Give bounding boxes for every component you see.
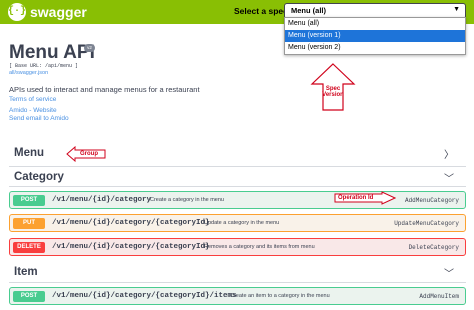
spec-version-annotation: Spec Version [322, 86, 344, 98]
contact-link[interactable]: Amido - Website [9, 107, 57, 114]
operation-path: /v1/menu/{id}/category/{categoryId} [52, 219, 210, 227]
spec-option[interactable]: Menu (version 2) [285, 42, 465, 54]
spec-dropdown: Menu (all) Menu (version 1) Menu (versio… [284, 17, 466, 55]
chevron-down-icon[interactable]: ﹀ [444, 265, 454, 280]
operation-update-menu-category[interactable]: PUT /v1/menu/{id}/category/{categoryId} … [9, 214, 466, 232]
operation-summary: Create a category in the menu [150, 197, 224, 203]
section-title-category: Category [14, 171, 64, 183]
operation-path: /v1/menu/{id}/category/{categoryId} [52, 243, 210, 251]
spec-option[interactable]: Menu (all) [285, 18, 465, 30]
operation-summary: Update a category in the menu [204, 220, 280, 226]
group-annotation: Group [80, 151, 98, 157]
operation-id: AddMenuCategory [404, 197, 459, 204]
operation-id: DeleteCategory [408, 244, 459, 251]
chevron-down-icon: ▼ [453, 6, 460, 13]
operation-summary: Create an item to a category in the menu [230, 293, 330, 299]
chevron-right-icon[interactable]: 〉 [444, 146, 454, 161]
api-description: APIs used to interact and manage menus f… [9, 85, 200, 94]
section-item[interactable]: Item ﹀ [9, 264, 466, 283]
spec-option-highlighted[interactable]: Menu (version 1) [285, 30, 465, 42]
spec-json-link[interactable]: all/swagger.json [9, 70, 48, 76]
section-category[interactable]: Category ﹀ [9, 170, 466, 187]
section-title-menu: Menu [14, 147, 45, 159]
method-badge: DELETE [13, 242, 45, 253]
brand-name: swagger [30, 4, 87, 20]
operation-id-annotation: Operation Id [338, 195, 374, 201]
chevron-down-icon[interactable]: ﹀ [444, 170, 454, 185]
operation-id: AddMenuItem [419, 293, 459, 300]
operation-path: /v1/menu/{id}/category/{categoryId}/item… [52, 292, 237, 300]
terms-link[interactable]: Terms of service [9, 96, 56, 103]
base-url: [ Base URL: /api/menu ] [9, 63, 79, 69]
method-badge: PUT [13, 218, 45, 229]
operation-add-menu-category[interactable]: POST /v1/menu/{id}/category Create a cat… [9, 191, 466, 209]
operation-delete-category[interactable]: DELETE /v1/menu/{id}/category/{categoryI… [9, 238, 466, 256]
email-link[interactable]: Send email to Amido [9, 115, 69, 122]
spec-select-label: Select a spec [234, 6, 288, 16]
operation-add-menu-item[interactable]: POST /v1/menu/{id}/category/{categoryId}… [9, 287, 466, 305]
version-badge: v2 [84, 44, 95, 52]
method-badge: POST [13, 195, 45, 206]
section-title-item: Item [14, 266, 38, 278]
method-badge: POST [13, 291, 45, 302]
page-title: Menu API [9, 42, 95, 63]
spec-select-value: Menu (all) [291, 6, 326, 15]
operation-path: /v1/menu/{id}/category [52, 196, 152, 204]
operation-id: UpdateMenuCategory [394, 220, 459, 227]
swagger-logo-icon: {·} [8, 3, 26, 21]
operation-summary: Removes a category and its items from me… [204, 244, 315, 250]
